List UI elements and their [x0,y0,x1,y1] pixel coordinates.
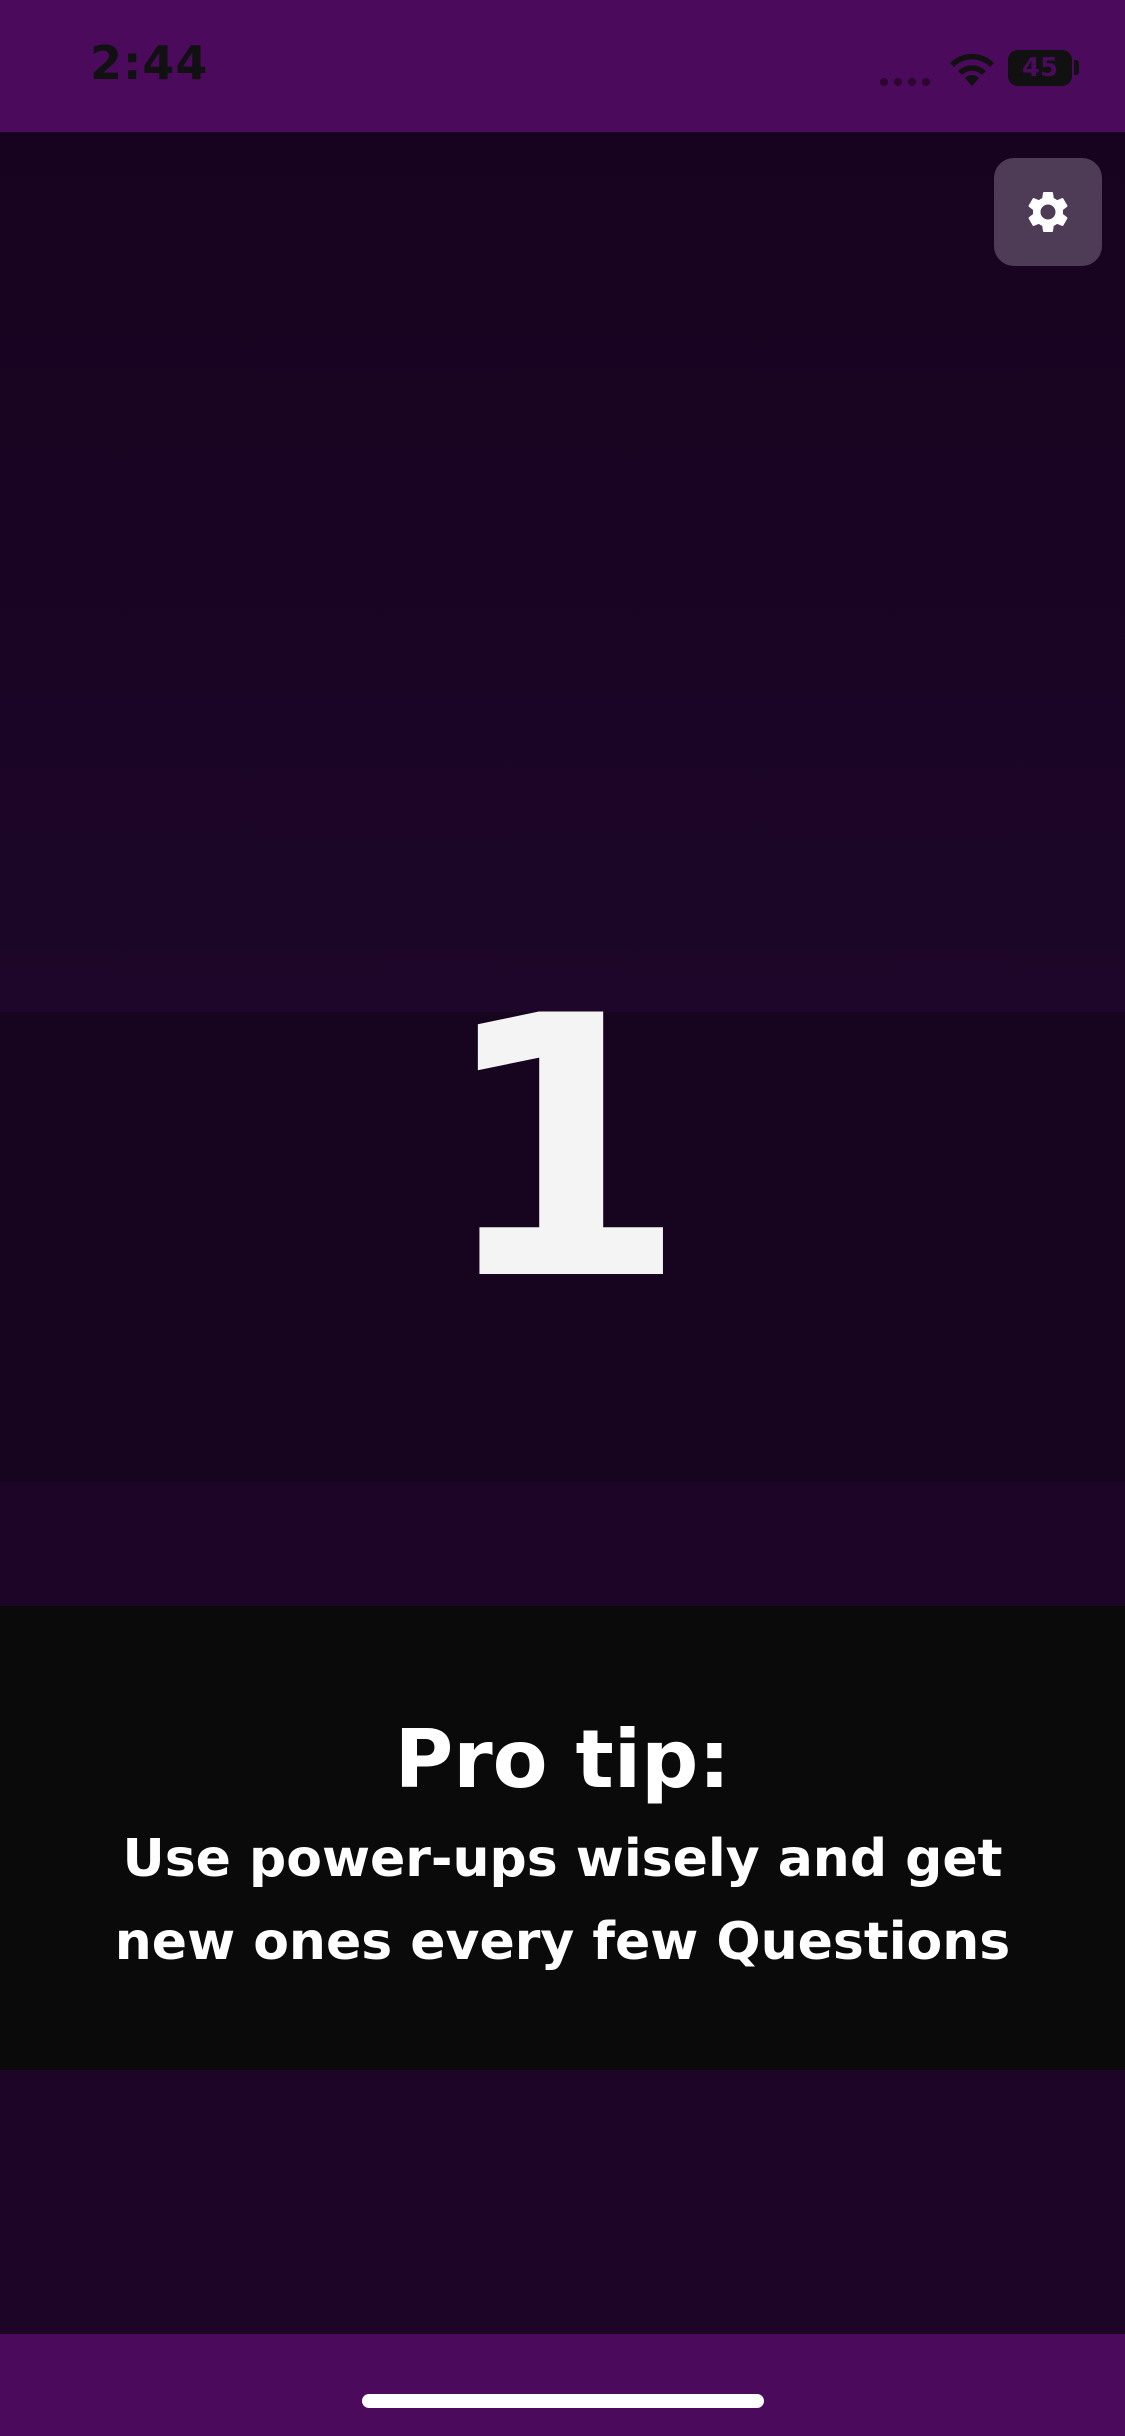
status-time: 2:44 [90,36,209,90]
settings-button[interactable] [994,158,1102,266]
tip-title: Pro tip: [394,1713,731,1806]
signal-dots-icon [880,78,930,86]
bottom-bar [0,2334,1125,2436]
battery-icon: 45 [1008,50,1072,86]
countdown-number: 1 [437,940,688,1359]
status-bar: 2:44 45 [0,0,1125,132]
wifi-icon [950,53,994,86]
battery-level: 45 [1021,53,1059,83]
tip-text: Use power-ups wisely and get new ones ev… [114,1829,1011,1973]
home-indicator[interactable] [362,2394,764,2408]
top-panel [0,132,1125,1012]
battery-cap [1074,60,1079,75]
tip-banner: Pro tip: Use power-ups wisely and get ne… [0,1606,1125,2070]
gear-icon [1028,191,1068,232]
